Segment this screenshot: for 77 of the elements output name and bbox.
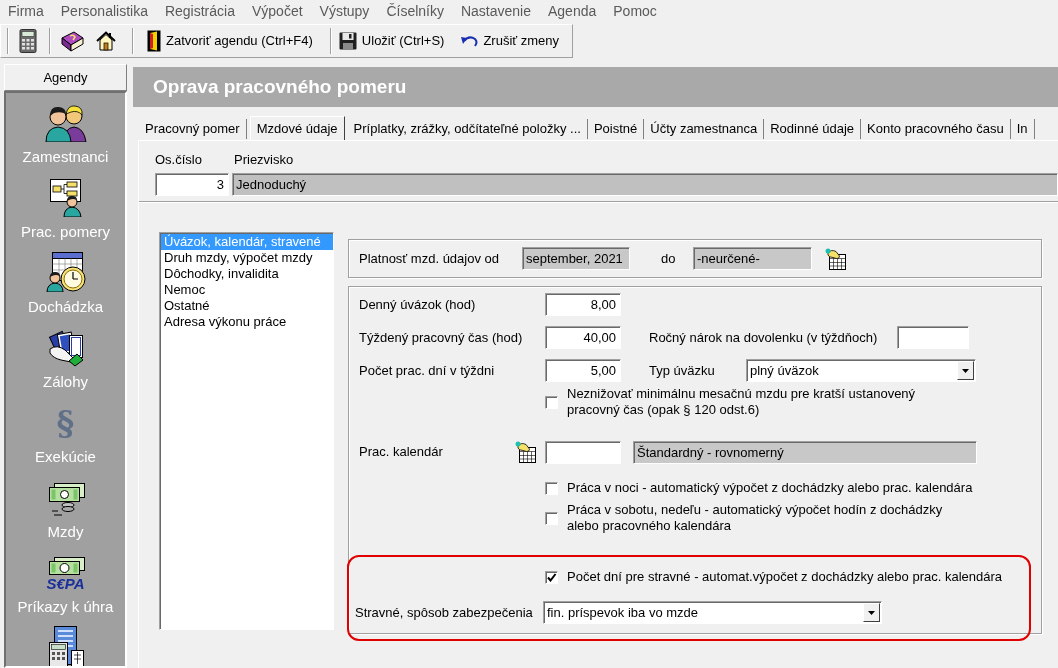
menu-item[interactable]: Číselníky — [386, 1, 444, 21]
close-agenda-button[interactable]: Zatvoriť agendu (Ctrl+F4) — [144, 28, 316, 54]
field-label: Ročný nárok na dovolenku (v týždňoch) — [649, 328, 879, 347]
contract-type-select[interactable]: plný úväzok — [746, 359, 976, 382]
tab[interactable]: Účty zamestnanca — [644, 119, 765, 139]
field-label: Týždený pracovný čas (hod) — [359, 328, 524, 347]
menu-item[interactable]: Pomoc — [613, 1, 657, 21]
field-label: Prac. kalendár — [359, 443, 444, 462]
list-item[interactable]: Dôchodky, invalidita — [161, 266, 333, 282]
checkbox-label: Práca v noci - automatický výpočet z dochádzky alebo prac. kalendára — [567, 480, 973, 496]
field-label: Priezvisko — [234, 152, 294, 167]
calendar-clock-icon — [45, 250, 86, 292]
date-field: september, 2021 — [522, 247, 630, 270]
field-label: Platnosť mzd. údajov od — [359, 249, 500, 268]
dropdown-button[interactable] — [957, 361, 974, 380]
org-chart-icon — [47, 177, 84, 217]
menu-item[interactable]: Výpočet — [251, 1, 303, 21]
tab[interactable]: Poistné — [587, 119, 645, 139]
menu-item[interactable]: Registrácia — [164, 1, 235, 21]
undo-icon — [460, 34, 479, 48]
door-icon — [147, 30, 161, 52]
tab[interactable]: Mzdové údaje — [249, 116, 345, 140]
section-sign-icon: § — [56, 404, 75, 442]
tab[interactable]: Konto pracovného času — [861, 119, 1011, 139]
menu-item[interactable]: Personalistika — [60, 1, 148, 21]
field-label: Denný úvázok (hod) — [359, 295, 477, 314]
discard-changes-button[interactable]: Zrušiť zmeny — [457, 28, 563, 54]
book-icon[interactable] — [60, 30, 84, 52]
caret-icon — [868, 610, 875, 615]
list-item[interactable]: Adresa výkonu práce — [161, 314, 333, 330]
checkbox-label: Neznižovať minimálnu mesačnú mzdu pre kratší ustanovený pracovný čas (opak § 120 odst.6) — [567, 386, 917, 418]
sidebar-item[interactable]: S€PA Príkazy k úhra — [6, 550, 125, 625]
checkbox[interactable] — [545, 570, 558, 584]
tab[interactable]: Pracovný pomer — [139, 119, 247, 139]
calculator-icon[interactable] — [19, 29, 37, 53]
field-label: Počet prac. dní v týždni — [359, 361, 496, 380]
calendar-name-field: Štandardný - rovnomerný — [633, 440, 977, 464]
checkbox-label: Práca v sobotu, nedeľu - automatický výpočet hodín z dochádzky alebo pracovného kalendára — [567, 502, 944, 534]
input-field[interactable] — [545, 440, 621, 464]
number-field[interactable]: 3 — [155, 173, 229, 196]
calendar-icon[interactable] — [825, 247, 847, 270]
tab[interactable]: Rodinné údaje — [764, 119, 862, 139]
home-icon[interactable] — [96, 31, 116, 51]
date-field: -neurčené- — [693, 247, 812, 270]
save-button[interactable]: Uložiť (Ctrl+S) — [335, 28, 448, 54]
menu-item[interactable]: Nastavenie — [460, 1, 531, 21]
field-label: do — [661, 249, 677, 268]
hand-cards-icon — [46, 329, 85, 367]
field-label: Os.číslo — [155, 152, 203, 167]
list-item[interactable]: Nemoc — [161, 282, 333, 298]
menu-item[interactable]: Agenda — [548, 1, 597, 21]
number-field[interactable]: 5,00 — [545, 359, 621, 382]
dropdown-button[interactable] — [863, 603, 880, 622]
checkbox[interactable] — [545, 481, 558, 495]
menu-item[interactable]: Firma — [8, 1, 44, 21]
sepa-logo: S€PA — [46, 576, 85, 592]
checkmark-icon — [546, 572, 557, 582]
caret-icon — [962, 368, 969, 373]
sidebar-header[interactable]: Agendy — [4, 64, 127, 91]
list-item[interactable]: Druh mzdy, výpočet mzdy — [161, 250, 333, 266]
field-label: Typ úväzku — [649, 361, 716, 380]
tab[interactable]: Príplatky, zrážky, odčítateľné položky ... — [347, 119, 588, 139]
meal-provision-select[interactable]: fin. príspevok iba vo mzde — [543, 601, 882, 624]
checkbox-label: Počet dní pre stravné - automat.výpočet z dochádzky alebo prac. kalendára — [567, 569, 1003, 585]
calendar-icon[interactable] — [515, 441, 537, 463]
checkbox[interactable] — [545, 511, 558, 525]
surname-field: Jednoduchý — [232, 173, 1058, 196]
number-field[interactable]: 8,00 — [545, 293, 621, 316]
tab[interactable]: In — [1010, 119, 1035, 139]
people-icon — [43, 102, 88, 142]
field-label: Stravné, spôsob zabezpečenia — [355, 603, 534, 622]
checkbox[interactable] — [545, 395, 558, 409]
number-field[interactable]: 40,00 — [545, 326, 621, 349]
page-title: Oprava pracovného pomeru — [133, 67, 1058, 107]
list-item[interactable]: Ostatné — [161, 298, 333, 314]
input-field[interactable] — [897, 326, 969, 349]
menu-item[interactable]: Výstupy — [319, 1, 370, 21]
